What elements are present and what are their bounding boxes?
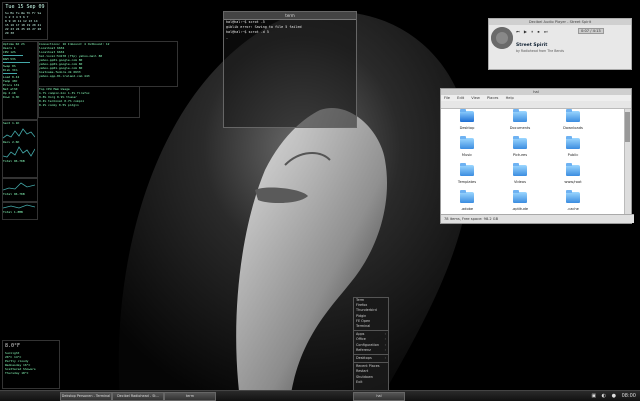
sysmon-line: RAM 53%	[3, 57, 16, 61]
menu-edit[interactable]: Edit	[457, 96, 464, 100]
taskbar: Dekstop Personen - Terminal Decibel Radi…	[0, 390, 640, 401]
scrollbar-thumb[interactable]	[625, 112, 630, 142]
music-folder-icon	[460, 136, 474, 149]
folder-icon	[566, 190, 580, 203]
conky-weather: 8.0°F Sunlight 20°C 14°C Partly cloudy W…	[2, 340, 60, 389]
folder-item[interactable]: Documents	[500, 109, 540, 139]
sysmon-line: CPU 12%	[3, 50, 16, 54]
folder-icon	[513, 190, 527, 203]
sysmon-line: Down 4.3K	[3, 95, 20, 99]
folder-item[interactable]: Videos	[500, 163, 540, 193]
folder-item[interactable]: Templates	[447, 163, 487, 193]
graph-label: Total 96.7KB	[3, 159, 25, 163]
calendar-date: Tue 15 Sep 09	[5, 4, 45, 10]
player-controls: ⏮ ▶ ⏸ ⏹ ⏭	[516, 29, 550, 34]
videos-folder-icon	[513, 163, 527, 176]
desktop-folder-icon	[460, 109, 474, 122]
album-art	[491, 27, 513, 49]
terminal-titlebar[interactable]: term	[224, 12, 356, 20]
song-artist: by Radiohead from The Bends	[516, 49, 565, 53]
menu-separator	[354, 330, 388, 332]
ram-bar	[3, 62, 31, 63]
cpu-bar	[3, 55, 24, 56]
menu-separator	[354, 362, 388, 364]
previous-icon[interactable]: ⏮	[516, 29, 520, 34]
pause-icon[interactable]: ⏸	[531, 29, 533, 34]
folder-item[interactable]: Music	[447, 136, 487, 166]
menu-item-exit[interactable]: Exit	[354, 380, 388, 385]
conky-total-1: Total 96.7KB	[2, 178, 38, 202]
weather-temp: 8.0°F	[5, 343, 21, 349]
calendar-row: 29 30	[5, 31, 15, 35]
file-manager-scrollbar[interactable]	[624, 109, 631, 214]
folder-icon	[566, 136, 580, 149]
menu-item-terminal[interactable]: Terminal	[354, 324, 388, 329]
folder-item[interactable]: Public	[553, 136, 593, 166]
file-manager-window[interactable]: hal File Edit View Places Help Desktop D…	[440, 88, 634, 224]
folder-icon	[460, 190, 474, 203]
file-grid: Desktop Documents Downloads Music Pictur…	[441, 109, 624, 214]
templates-folder-icon	[460, 163, 474, 176]
conky-system-monitor: Uptime 0d 2h Users 1 CPU 12% RAM 53% Swa…	[2, 41, 38, 120]
menu-separator	[354, 354, 388, 356]
upload-graph	[3, 128, 36, 139]
folder-item[interactable]: .adobe	[447, 190, 487, 214]
menu-places[interactable]: Places	[487, 96, 498, 100]
file-manager-toolbar	[441, 101, 631, 109]
bubble-icon[interactable]: ●	[612, 393, 616, 399]
conky-calendar: Tue 15 Sep 09 Su Mo Tu We Th Fr Sa 1 2 3…	[2, 2, 48, 40]
conky-connections: Connections: 16 Inbound: 4 Outbound: 12 …	[38, 41, 178, 87]
clock[interactable]: 08:00	[622, 393, 636, 399]
folder-icon	[513, 109, 527, 122]
folder-item[interactable]: .aptitude	[500, 190, 540, 214]
menu-view[interactable]: View	[471, 96, 480, 100]
volume-icon[interactable]: ◐	[602, 393, 606, 399]
conky-total-2: Total 1.8MB	[2, 202, 38, 220]
network-icon[interactable]: ▣	[591, 393, 596, 399]
root-menu[interactable]: Term Firefox Thunderbird Pidgin FE Open …	[353, 297, 389, 398]
activity-graph-2	[3, 204, 36, 209]
menu-item-desktops[interactable]: Desktops	[354, 356, 388, 361]
pictures-folder-icon	[513, 136, 527, 149]
folder-icon	[566, 163, 580, 176]
menu-help[interactable]: Help	[506, 96, 514, 100]
next-icon[interactable]: ⏭	[544, 29, 548, 34]
menu-file[interactable]: File	[444, 96, 450, 100]
folder-item[interactable]: .cache	[553, 190, 593, 214]
top-line: 0.2% conky 0.5% pidgin	[39, 103, 79, 107]
music-player-window[interactable]: Decibel Audio Player - Street Spirit ⏮ ▶…	[488, 18, 632, 70]
graph-label: Total 1.8MB	[3, 210, 23, 214]
netstat-line: yahoo-spp-01.ireland.com 443	[39, 74, 90, 78]
folder-item[interactable]: Desktop	[447, 109, 487, 139]
conky-top-processes: Top CPU Mem Usage 1.7% compiz-bin 1.3% f…	[38, 86, 140, 118]
folder-item[interactable]: www/root	[553, 163, 593, 193]
menu-item-referenz[interactable]: Referenz	[354, 348, 388, 353]
folder-icon	[566, 109, 580, 122]
download-graph	[3, 146, 36, 158]
terminal-window[interactable]: term hal@hal:~$ scrot -5 giblib error: S…	[223, 11, 357, 128]
player-titlebar[interactable]: Decibel Audio Player - Street Spirit	[489, 19, 631, 25]
weather-line: Thursday 18°C	[5, 371, 29, 375]
sysmon-line: Disk 31%	[3, 68, 18, 72]
folder-item[interactable]: Downloads	[553, 109, 593, 139]
graph-label: Total 96.7KB	[3, 192, 25, 196]
activity-graph	[3, 182, 36, 191]
terminal-cursor: _	[226, 35, 229, 39]
play-icon[interactable]: ▶	[524, 29, 527, 34]
folder-item[interactable]: Pictures	[500, 136, 540, 166]
conky-network-graphs: Sent 1.1K Recv 2.6K Total 96.7KB	[2, 120, 38, 178]
disk-bar	[3, 73, 17, 74]
song-title: Street Spirit	[516, 43, 548, 48]
stop-icon[interactable]: ⏹	[538, 29, 540, 34]
track-time[interactable]: 0:07 / 4:13	[578, 28, 604, 34]
file-manager-statusbar: 78 items, Free space: 98.2 GB	[441, 214, 634, 223]
